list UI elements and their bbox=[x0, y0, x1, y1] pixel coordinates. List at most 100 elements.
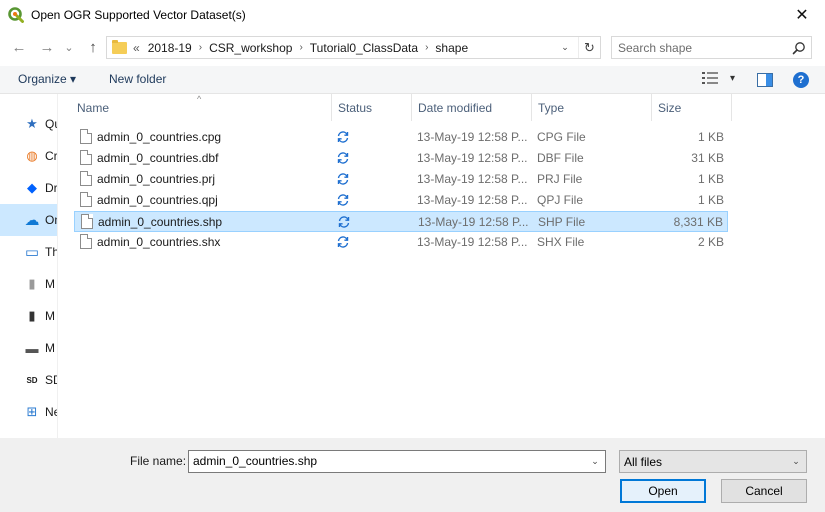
refresh-button[interactable]: ↻ bbox=[578, 37, 600, 58]
cancel-button[interactable]: Cancel bbox=[721, 479, 807, 503]
sidebar-item-quick-access[interactable]: ★ Qu bbox=[0, 108, 57, 140]
window-title: Open OGR Supported Vector Dataset(s) bbox=[31, 8, 246, 22]
file-date-modified: 13-May-19 12:58 P... bbox=[417, 235, 528, 249]
breadcrumb-item[interactable]: CSR_workshop bbox=[209, 41, 292, 55]
preview-pane-icon[interactable] bbox=[757, 73, 773, 87]
breadcrumb-overflow[interactable]: « bbox=[133, 41, 140, 55]
drive-icon: ▮ bbox=[28, 276, 36, 291]
view-options-button[interactable]: ▾ bbox=[702, 72, 735, 84]
chevron-down-icon: ▾ bbox=[730, 72, 736, 84]
file-name-label: File name: bbox=[130, 454, 187, 468]
file-row[interactable]: admin_0_countries.shp 13-May-19 12:58 P..… bbox=[74, 211, 728, 232]
folder-icon bbox=[112, 39, 127, 54]
breadcrumb: 2018-19 › CSR_workshop › Tutorial0_Class… bbox=[148, 41, 468, 55]
file-icon bbox=[80, 150, 92, 165]
file-row[interactable]: admin_0_countries.prj 13-May-19 12:58 P..… bbox=[74, 169, 728, 190]
file-row[interactable]: admin_0_countries.dbf 13-May-19 12:58 P..… bbox=[74, 148, 728, 169]
sidebar-item-label: Th bbox=[45, 245, 58, 259]
recent-locations-button[interactable]: ⌄ bbox=[61, 36, 77, 58]
sidebar-item-creative-cloud[interactable]: ◍ Cr bbox=[0, 140, 58, 172]
sidebar-item-label: SD bbox=[45, 373, 57, 387]
file-type: PRJ File bbox=[537, 172, 583, 186]
sidebar-item-drive[interactable]: ▮ M bbox=[0, 300, 57, 332]
sidebar-item-label: On bbox=[45, 213, 57, 227]
address-bar[interactable]: « 2018-19 › CSR_workshop › Tutorial0_Cla… bbox=[106, 36, 601, 59]
file-size: 1 KB bbox=[697, 193, 724, 207]
sync-status-icon bbox=[337, 215, 351, 229]
file-row[interactable]: admin_0_countries.qpj 13-May-19 12:58 P..… bbox=[74, 190, 728, 211]
file-name-dropdown-button[interactable]: ⌄ bbox=[585, 451, 605, 472]
file-size: 1 KB bbox=[697, 130, 724, 144]
column-header-name[interactable]: Name bbox=[71, 94, 332, 121]
sidebar-item-sd-card[interactable]: SD SD bbox=[0, 364, 57, 396]
sidebar-item-onedrive[interactable]: ☁ On bbox=[0, 204, 57, 236]
file-size: 8,331 KB bbox=[673, 215, 723, 229]
file-icon bbox=[80, 192, 92, 207]
breadcrumb-item[interactable]: 2018-19 bbox=[148, 41, 192, 55]
command-bar: Organize ▾ New folder ▾ ? bbox=[0, 66, 825, 94]
file-name-input[interactable] bbox=[193, 454, 573, 468]
organize-button[interactable]: Organize ▾ bbox=[18, 72, 76, 86]
sidebar-item-drive[interactable]: ▮ M bbox=[0, 268, 57, 300]
address-dropdown-button[interactable]: ⌄ bbox=[556, 37, 574, 58]
chevron-down-icon: ⌄ bbox=[792, 456, 800, 466]
breadcrumb-item[interactable]: shape bbox=[435, 41, 468, 55]
file-icon bbox=[81, 214, 93, 229]
sidebar-item-label: Dr bbox=[45, 181, 58, 195]
column-header-type[interactable]: Type bbox=[532, 94, 652, 121]
sidebar-item-label: Cr bbox=[45, 149, 58, 163]
breadcrumb-separator[interactable]: › bbox=[199, 42, 202, 53]
search-box[interactable] bbox=[611, 36, 812, 59]
file-name: admin_0_countries.shx bbox=[97, 235, 221, 249]
file-date-modified: 13-May-19 12:58 P... bbox=[417, 172, 528, 186]
open-button[interactable]: Open bbox=[620, 479, 706, 503]
file-date-modified: 13-May-19 12:58 P... bbox=[418, 215, 529, 229]
file-date-modified: 13-May-19 12:58 P... bbox=[417, 193, 528, 207]
column-header-label: Size bbox=[658, 100, 682, 115]
file-type: SHX File bbox=[537, 235, 585, 249]
file-name-combobox[interactable]: ⌄ bbox=[188, 450, 606, 473]
search-icon bbox=[792, 42, 805, 55]
sidebar-item-dropbox[interactable]: ◆ Dr bbox=[0, 172, 58, 204]
column-header-label: Name bbox=[77, 100, 110, 115]
breadcrumb-separator[interactable]: › bbox=[425, 42, 428, 53]
drive-icon: ▮ bbox=[28, 308, 36, 323]
file-list[interactable]: Name ^ Status Date modified Type Size ad… bbox=[59, 94, 825, 438]
breadcrumb-separator[interactable]: › bbox=[299, 42, 302, 53]
file-icon bbox=[80, 234, 92, 249]
column-header-status[interactable]: Status bbox=[332, 94, 412, 121]
this-pc-icon: ▭ bbox=[24, 244, 40, 261]
column-header-date-modified[interactable]: Date modified bbox=[412, 94, 532, 121]
file-type-filter-value: All files bbox=[624, 455, 663, 469]
file-size: 1 KB bbox=[697, 172, 724, 186]
file-row[interactable]: admin_0_countries.shx 13-May-19 12:58 P..… bbox=[74, 232, 728, 253]
navigation-pane[interactable]: ★ Qu ◍ Cr ◆ Dr ☁ On ▭ Th ▮ M ▮ M ▬ M SD … bbox=[0, 94, 58, 438]
sidebar-item-label: Ne bbox=[45, 405, 57, 419]
dialog-footer: File name: ⌄ All files ⌄ Open Cancel bbox=[0, 438, 825, 512]
file-type: SHP File bbox=[538, 215, 586, 229]
back-button[interactable]: ← bbox=[8, 36, 30, 58]
file-row[interactable]: admin_0_countries.cpg 13-May-19 12:58 P..… bbox=[74, 127, 728, 148]
file-type: QPJ File bbox=[537, 193, 584, 207]
forward-button[interactable]: → bbox=[36, 36, 58, 58]
sidebar-item-this-pc[interactable]: ▭ Th bbox=[0, 236, 58, 268]
column-header-size[interactable]: Size bbox=[652, 94, 732, 121]
sync-status-icon bbox=[336, 235, 350, 249]
new-folder-button[interactable]: New folder bbox=[109, 72, 166, 86]
file-icon bbox=[80, 129, 92, 144]
sidebar-item-drive[interactable]: ▬ M bbox=[0, 332, 57, 364]
up-button[interactable]: ↑ bbox=[82, 36, 104, 58]
sidebar-item-label: M bbox=[45, 277, 55, 291]
file-name: admin_0_countries.dbf bbox=[97, 151, 219, 165]
file-name: admin_0_countries.qpj bbox=[97, 193, 218, 207]
sidebar-item-network[interactable]: ⊞ Ne bbox=[0, 396, 57, 428]
search-input[interactable] bbox=[618, 40, 788, 55]
column-header-label: Status bbox=[338, 100, 373, 115]
sidebar-item-label: M bbox=[45, 341, 55, 355]
breadcrumb-item[interactable]: Tutorial0_ClassData bbox=[310, 41, 418, 55]
dropbox-icon: ◆ bbox=[27, 180, 37, 195]
sd-card-icon: SD bbox=[26, 375, 38, 385]
close-button[interactable]: ✕ bbox=[779, 0, 825, 30]
file-type-filter[interactable]: All files ⌄ bbox=[619, 450, 807, 473]
help-button[interactable]: ? bbox=[793, 72, 809, 88]
